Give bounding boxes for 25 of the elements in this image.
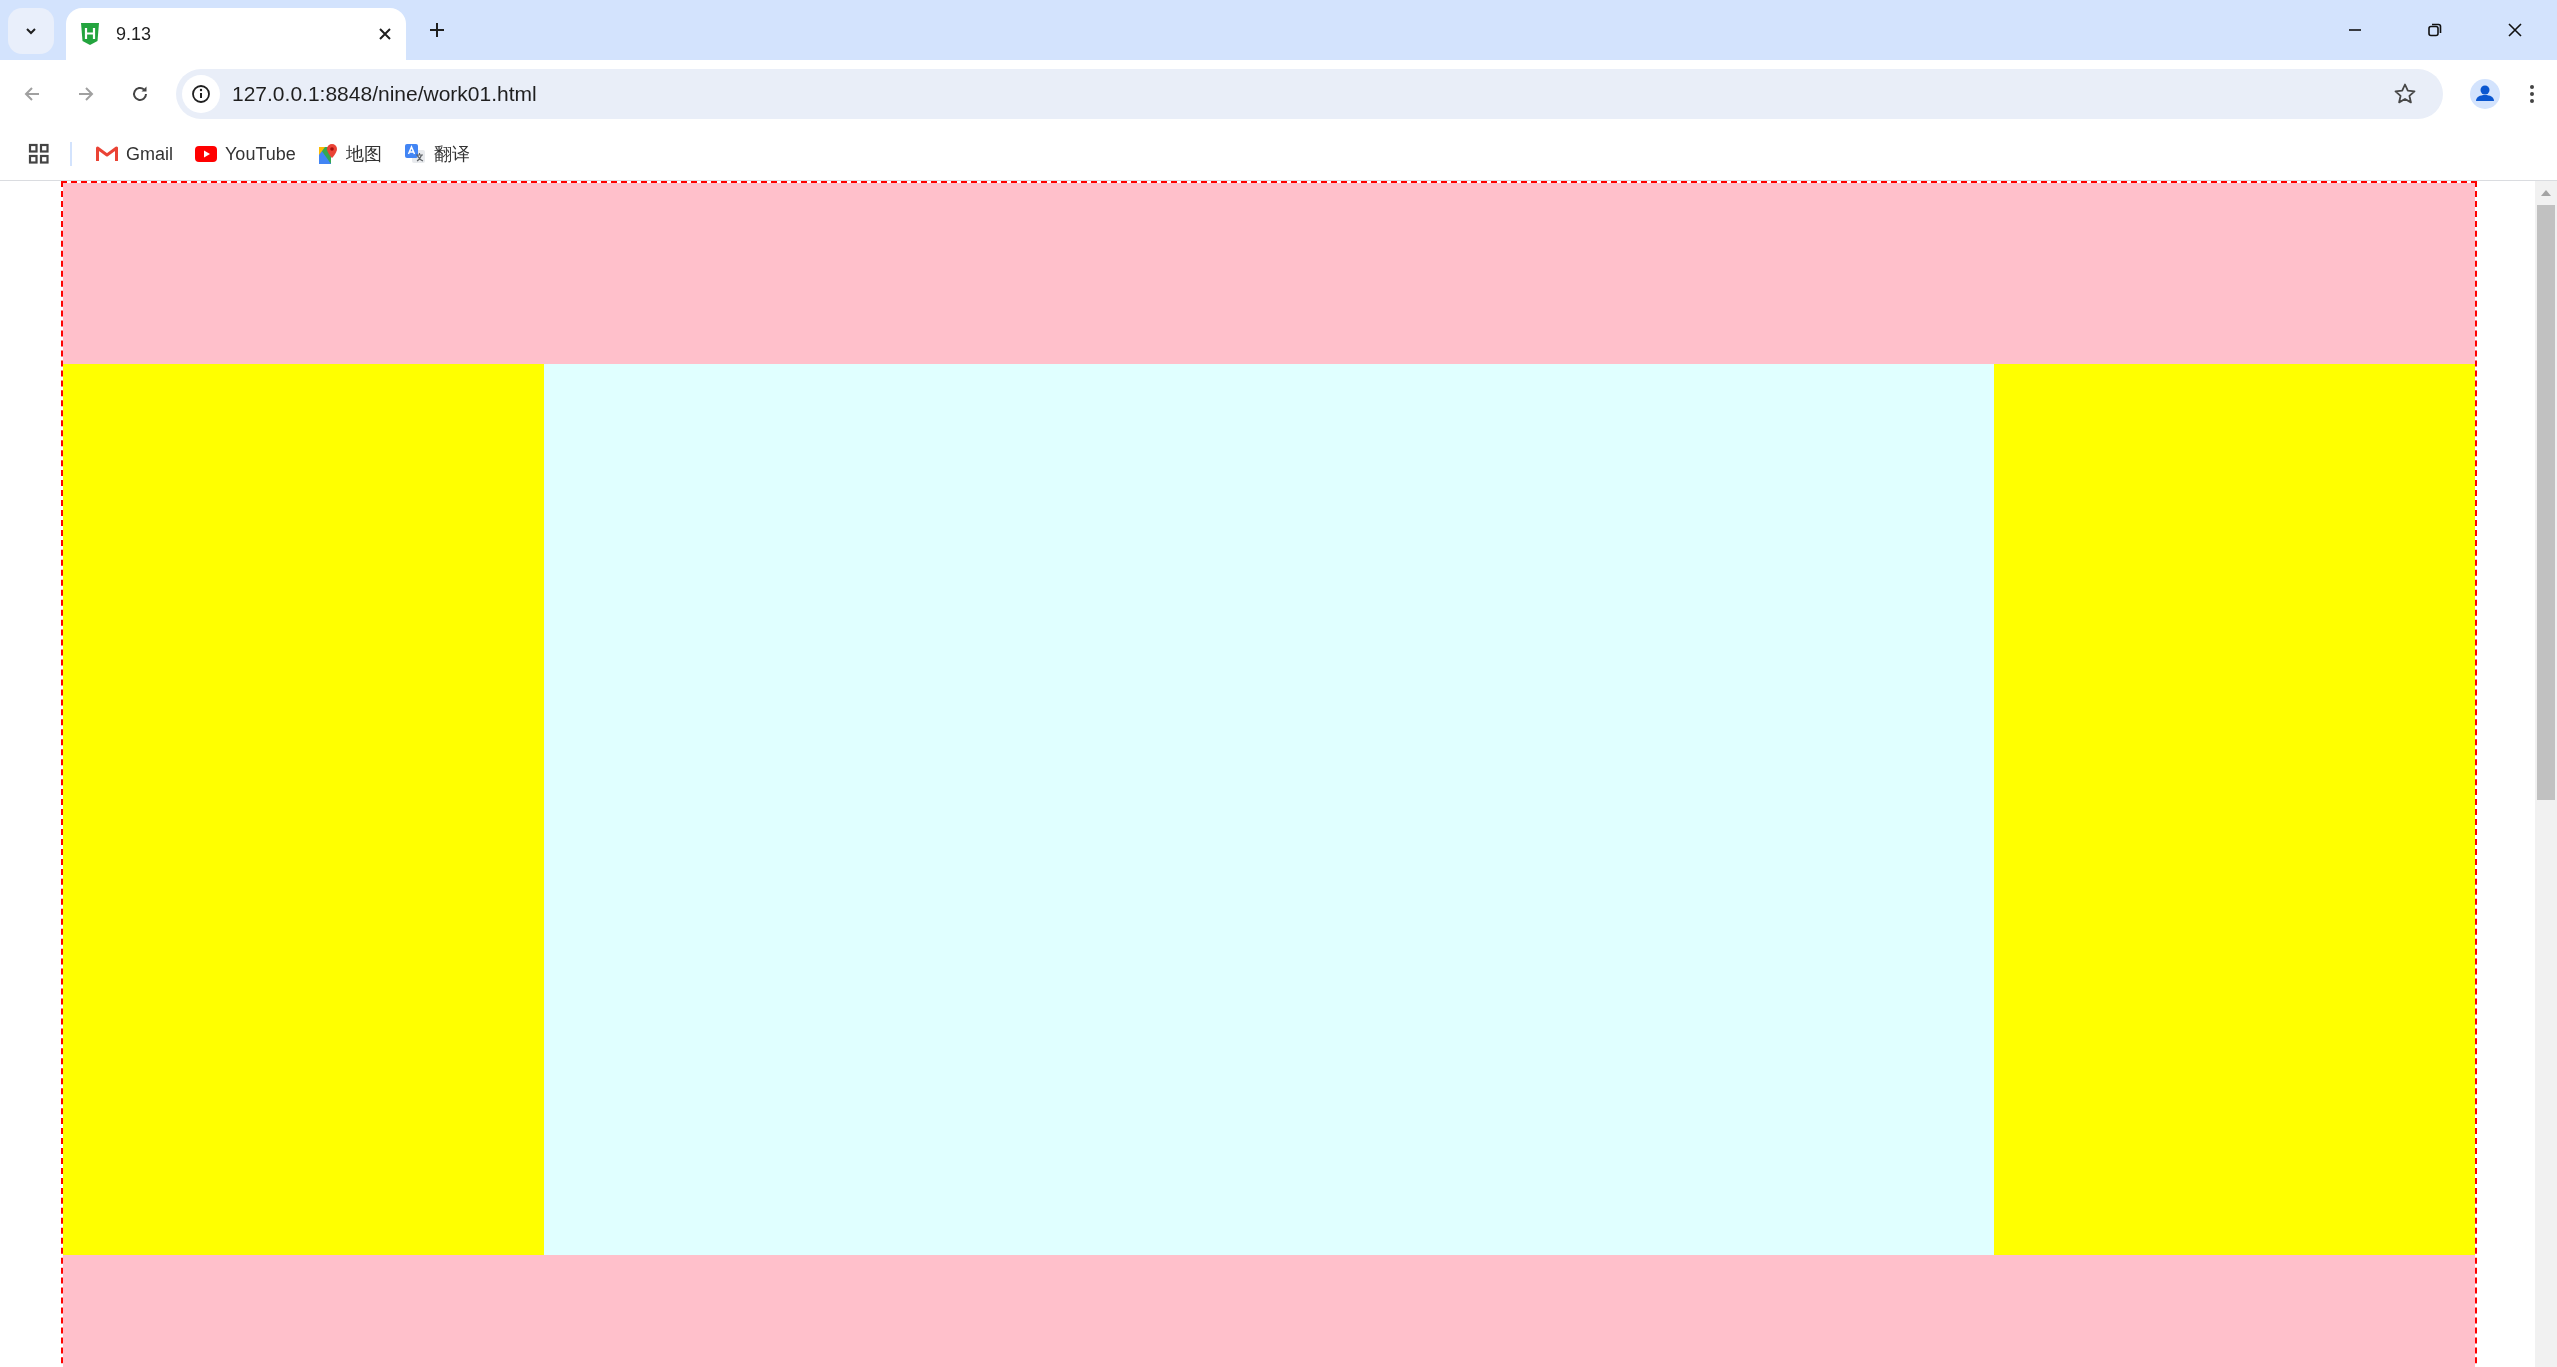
url-text: 127.0.0.1:8848/nine/work01.html	[232, 82, 537, 106]
bookmark-link[interactable]: Gmail	[90, 139, 179, 169]
plus-icon[interactable]	[428, 21, 446, 39]
translate-icon	[403, 143, 426, 165]
scrollbar-thumb[interactable]	[2537, 205, 2555, 800]
close-icon[interactable]	[378, 27, 392, 41]
close-icon[interactable]	[2507, 22, 2523, 38]
bookmark-link[interactable]: 翻译	[397, 138, 476, 170]
bookmark-link[interactable]: YouTube	[189, 139, 302, 169]
restore-icon[interactable]	[2427, 22, 2443, 38]
address-bar[interactable]: 127.0.0.1:8848/nine/work01.html	[176, 69, 2443, 119]
map-pin-icon	[317, 143, 338, 165]
shield-logo-icon	[80, 22, 100, 46]
profile-avatar-icon[interactable]	[2469, 78, 2501, 110]
browser-tab[interactable]: 9.13	[66, 8, 406, 60]
star-icon[interactable]	[2393, 82, 2417, 106]
bookmark-link[interactable]: 地图	[311, 138, 388, 170]
info-icon[interactable]	[191, 84, 211, 104]
apps-grid-icon[interactable]	[28, 143, 50, 165]
reload-icon[interactable]	[130, 84, 150, 104]
more-menu-icon[interactable]	[2529, 84, 2535, 104]
play-button-icon	[195, 146, 217, 162]
envelope-m-icon	[96, 146, 118, 162]
tab-title: 9.13	[116, 23, 152, 45]
scrollbar[interactable]	[2535, 181, 2557, 1367]
